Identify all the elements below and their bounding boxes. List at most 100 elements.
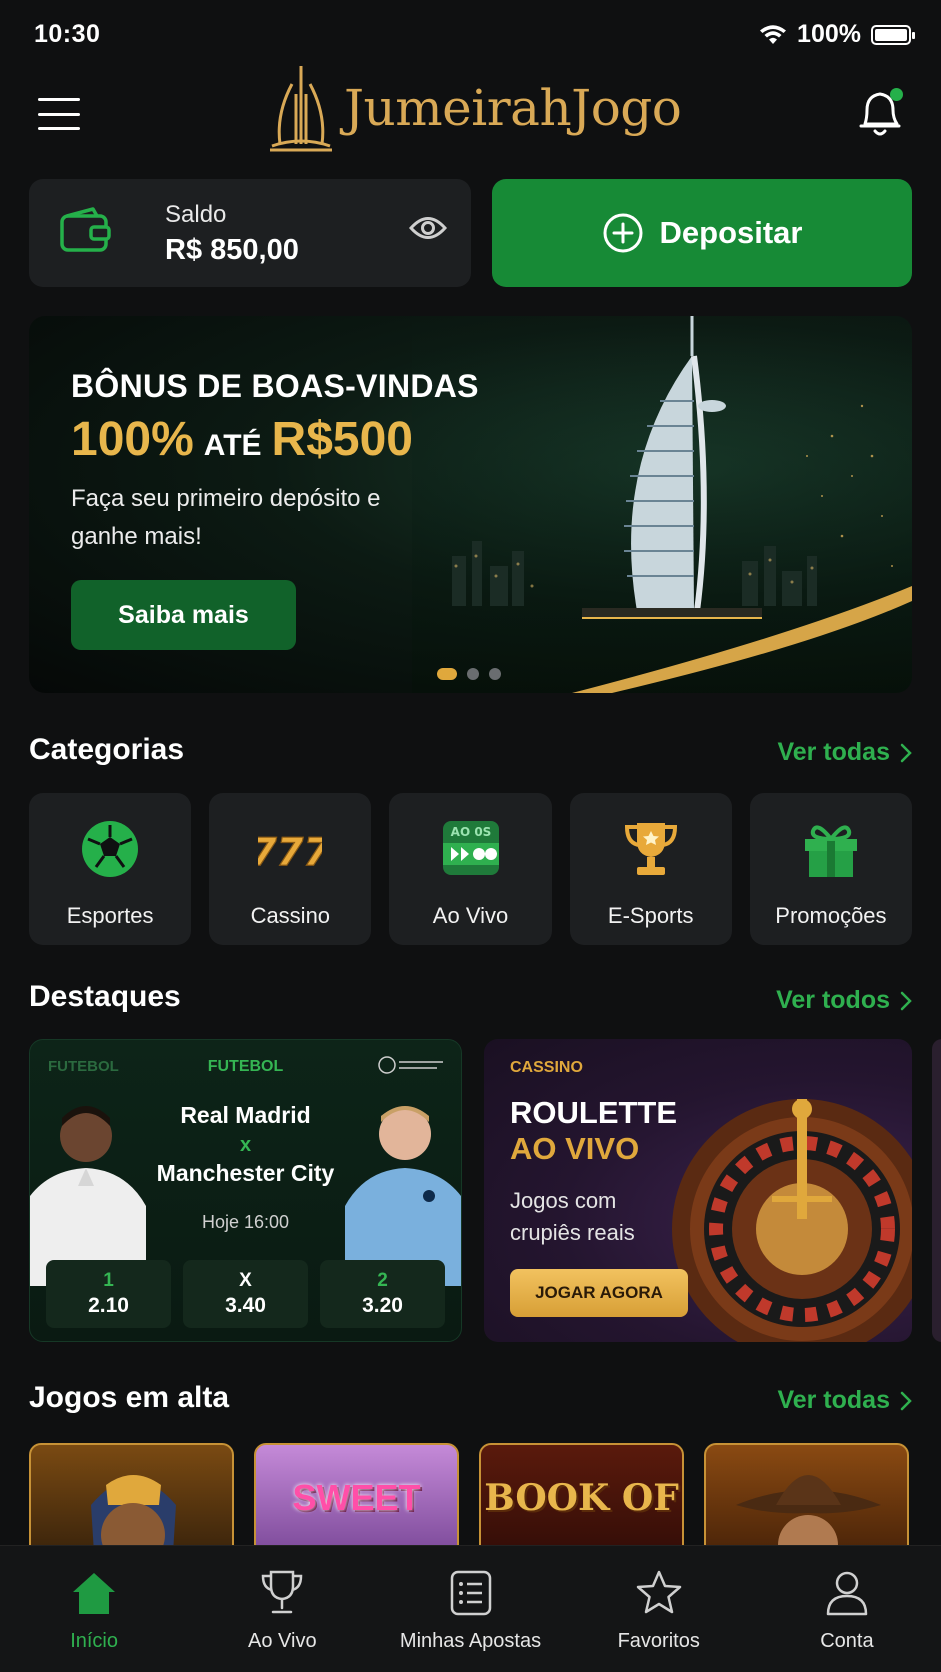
category-promocoes[interactable]: Promoções	[749, 793, 913, 945]
odd-home-button[interactable]: 1 2.10	[46, 1260, 171, 1328]
soccer-ball-icon	[82, 821, 139, 877]
nav-inicio[interactable]: Início	[0, 1546, 188, 1672]
odd-value: 3.20	[362, 1294, 403, 1317]
next-highlight-card[interactable]	[932, 1039, 941, 1342]
game-card-cowboy[interactable]	[704, 1443, 909, 1547]
logo[interactable]: JumeirahJogo	[266, 60, 682, 156]
highlights-title: Destaques	[29, 980, 181, 1013]
banner-offer: 100% ATÉ R$500	[71, 412, 413, 467]
chevron-right-icon	[900, 743, 912, 762]
nav-label: Início	[70, 1630, 118, 1652]
odd-label: 1	[103, 1270, 114, 1291]
league-logo	[378, 1056, 443, 1074]
team-versus: x	[239, 1134, 252, 1156]
app-header: JumeirahJogo	[0, 60, 941, 170]
game-card-sweet[interactable]: SWEET	[254, 1443, 459, 1547]
odd-away-button[interactable]: 2 3.20	[320, 1260, 445, 1328]
category-label: Cassino	[250, 903, 331, 928]
chevron-right-icon	[900, 1391, 912, 1410]
featured-casino-card[interactable]: CASSINO ROULETTE AO VIVO Jogos com crupi…	[484, 1039, 912, 1342]
game-title: SWEET	[292, 1477, 421, 1518]
battery-icon	[871, 24, 915, 45]
slot-777-icon: 777	[258, 829, 322, 875]
carousel-dots	[437, 668, 501, 680]
match-time: Hoje 16:00	[201, 1212, 290, 1232]
odds-row: 1 2.10 X 3.40 2 3.20	[46, 1260, 445, 1328]
carousel-dot[interactable]	[437, 668, 457, 680]
featured-match-card[interactable]: FUTEBOL FUTEBOL Real Madrid x Manchester…	[29, 1039, 462, 1342]
odd-label: X	[239, 1270, 252, 1291]
star-icon	[636, 1570, 681, 1614]
category-label: Promoções	[775, 903, 887, 928]
user-icon	[826, 1571, 868, 1616]
nav-label: Conta	[820, 1630, 874, 1652]
nav-label: Minhas Apostas	[399, 1630, 542, 1652]
trending-title: Jogos em alta	[29, 1381, 230, 1414]
nav-ao-vivo[interactable]: Ao Vivo	[188, 1546, 376, 1672]
battery-percent: 100%	[797, 20, 861, 48]
nav-conta[interactable]: Conta	[753, 1546, 941, 1672]
burj-al-arab-illustration	[412, 316, 912, 693]
casino-tag: CASSINO	[510, 1059, 583, 1076]
pharaoh-game-art	[91, 1475, 176, 1547]
bet-slip-icon	[450, 1570, 491, 1616]
category-label: Esportes	[66, 903, 154, 928]
wallet-icon	[60, 207, 111, 252]
nav-label: Favoritos	[617, 1630, 700, 1652]
plus-circle-icon	[603, 213, 642, 253]
carousel-dot[interactable]	[467, 668, 479, 680]
see-all-label: Ver todos	[776, 986, 890, 1014]
category-cassino[interactable]: 777 Cassino	[209, 793, 372, 945]
banner-offer-amount: R$500	[271, 413, 413, 466]
carousel-dot[interactable]	[489, 668, 501, 680]
roulette-wheel-image	[672, 1099, 912, 1342]
banner-title: BÔNUS DE BOAS-VINDAS	[71, 368, 479, 404]
category-esportes[interactable]: Esportes	[29, 793, 192, 945]
home-icon	[73, 1573, 116, 1614]
nav-favoritos[interactable]: Favoritos	[565, 1546, 753, 1672]
play-now-button[interactable]: JOGAR AGORA	[510, 1269, 688, 1317]
eye-icon[interactable]	[409, 215, 447, 241]
game-card-pharaoh[interactable]	[29, 1443, 234, 1547]
balance-card: Saldo R$ 850,00	[29, 179, 471, 287]
casino-description: Jogos com crupiês reais	[510, 1188, 635, 1245]
odd-value: 3.40	[225, 1294, 266, 1317]
svg-text:AO 0S: AO 0S	[450, 825, 491, 839]
banner-offer-ate: ATÉ	[203, 429, 262, 462]
status-time: 10:30	[34, 20, 101, 48]
balance-value: R$ 850,00	[165, 234, 299, 266]
highlights-see-all-link[interactable]: Ver todos	[776, 986, 912, 1015]
see-all-label: Ver todas	[777, 738, 890, 766]
logo-text: JumeirahJogo	[344, 79, 682, 137]
category-label: Ao Vivo	[432, 903, 509, 928]
live-play-icon: AO 0S	[442, 821, 499, 875]
casino-subtitle: AO VIVO	[510, 1131, 640, 1166]
category-e-sports[interactable]: E-Sports	[569, 793, 732, 945]
odd-draw-button[interactable]: X 3.40	[183, 1260, 308, 1328]
chevron-right-icon	[900, 991, 912, 1010]
categories-list: Esportes 777 Cassino AO 0S Ao Vivo E-Spo…	[29, 793, 913, 945]
game-title: BOOK OF	[484, 1477, 679, 1519]
odd-label: 2	[377, 1270, 388, 1291]
notification-dot	[890, 88, 903, 101]
categories-see-all-link[interactable]: Ver todas	[777, 738, 912, 767]
balance-label: Saldo	[165, 201, 227, 228]
notifications-button[interactable]	[855, 84, 905, 140]
bottom-navigation: Início Ao Vivo Minhas Apostas Favoritos …	[0, 1545, 941, 1672]
casino-title: ROULETTE	[510, 1095, 678, 1130]
game-card-book[interactable]: BOOK OF	[479, 1443, 684, 1547]
svg-text:777: 777	[258, 830, 322, 875]
banner-description: Faça seu primeiro depósito e ganhe mais!	[71, 485, 381, 550]
promo-banner[interactable]: BÔNUS DE BOAS-VINDAS 100% ATÉ R$500 Faça…	[29, 316, 912, 693]
trending-see-all-link[interactable]: Ver todas	[777, 1386, 912, 1415]
wifi-icon	[760, 24, 787, 44]
category-ao-vivo[interactable]: AO 0S Ao Vivo	[389, 793, 552, 945]
banner-offer-percent: 100%	[71, 413, 194, 466]
nav-minhas-apostas[interactable]: Minhas Apostas	[376, 1546, 564, 1672]
trending-games-list: SWEET BOOK OF	[29, 1443, 941, 1547]
cowboy-game-art	[736, 1475, 881, 1547]
logo-tower-icon	[270, 66, 332, 152]
deposit-button[interactable]: Depositar	[492, 179, 912, 287]
menu-icon[interactable]	[38, 94, 80, 134]
banner-cta-button[interactable]: Saiba mais	[71, 580, 296, 650]
